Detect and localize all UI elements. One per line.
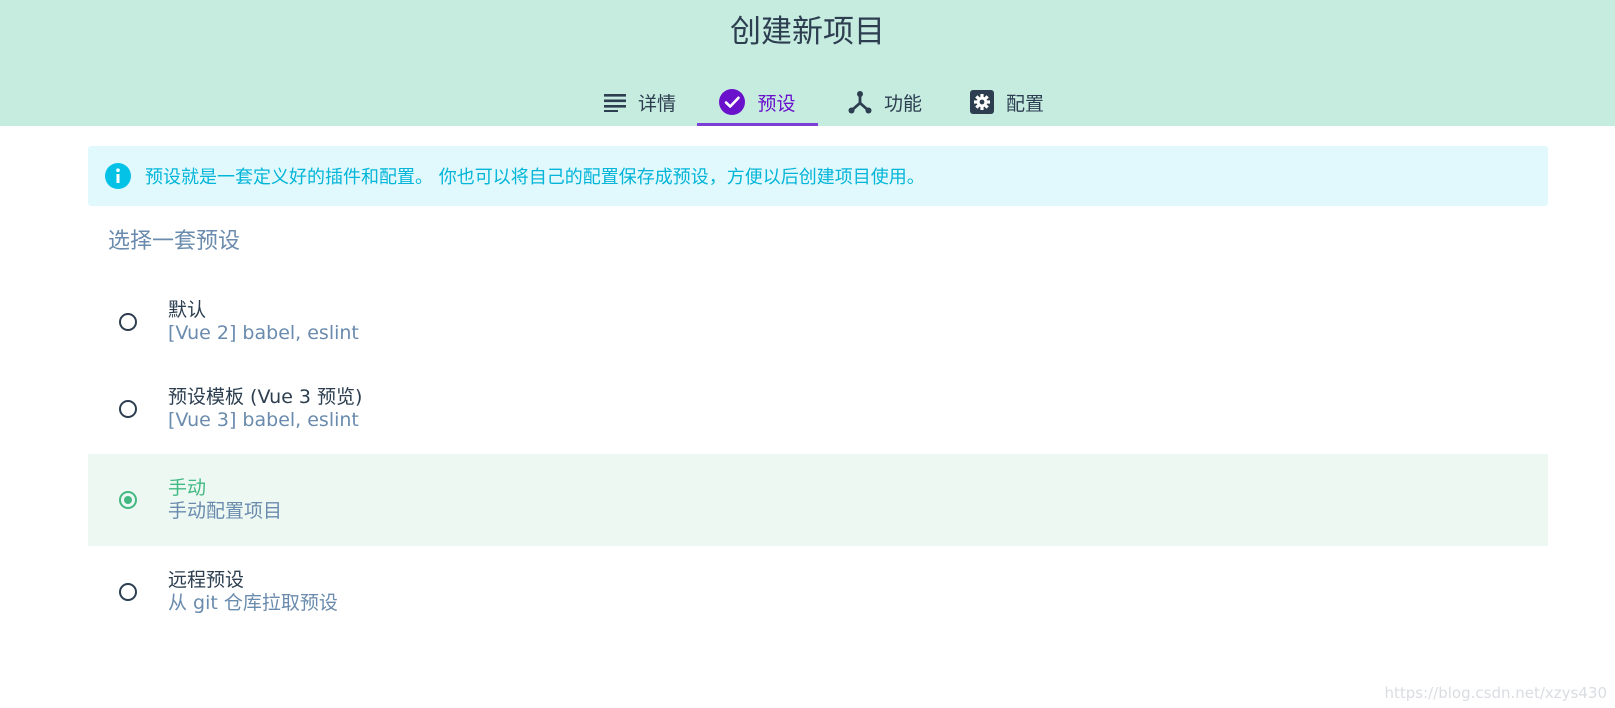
info-banner: 预设就是一套定义好的插件和配置。 你也可以将自己的配置保存成预设，方便以后创建项… (88, 146, 1548, 206)
watermark: https://blog.csdn.net/xzys430 (1384, 684, 1607, 702)
preset-option-remote[interactable]: 远程预设 从 git 仓库拉取预设 (88, 547, 1548, 637)
tab-config[interactable]: 配置 (952, 78, 1062, 126)
list-icon (603, 92, 626, 112)
preset-name: 默认 (168, 299, 207, 321)
tab-presets[interactable]: 预设 (697, 78, 818, 126)
section-title: 选择一套预设 (108, 229, 241, 254)
radio-button[interactable] (119, 400, 137, 418)
preset-option-default[interactable]: 默认 [Vue 2] babel, eslint (88, 277, 1548, 367)
tab-config-label: 配置 (1005, 92, 1044, 115)
info-text: 预设就是一套定义好的插件和配置。 你也可以将自己的配置保存成预设，方便以后创建项… (145, 167, 925, 188)
radio-button[interactable] (119, 313, 137, 331)
tab-features-label: 功能 (883, 92, 922, 115)
preset-description: [Vue 3] babel, eslint (168, 409, 359, 431)
preset-description: 手动配置项目 (168, 500, 283, 522)
preset-option-manual[interactable]: 手动 手动配置项目 (88, 454, 1548, 546)
tab-presets-label: 预设 (757, 92, 796, 115)
preset-description: 从 git 仓库拉取预设 (168, 592, 338, 614)
preset-name: 远程预设 (168, 569, 245, 591)
preset-option-vue3[interactable]: 预设模板 (Vue 3 预览) [Vue 3] babel, eslint (88, 364, 1548, 454)
fork-icon (848, 90, 872, 114)
check-circle-icon (719, 89, 746, 115)
header: 创建新项目 详情 预设 功能 配置 (0, 0, 1615, 126)
radio-button-selected[interactable] (119, 491, 137, 509)
preset-description: [Vue 2] babel, eslint (168, 322, 359, 344)
page-title: 创建新项目 (730, 14, 885, 50)
radio-button[interactable] (119, 583, 137, 601)
tab-details-label: 详情 (637, 92, 676, 115)
preset-name: 手动 (168, 477, 207, 499)
tab-bar: 详情 预设 功能 配置 (0, 78, 1615, 126)
tab-features[interactable]: 功能 (830, 78, 940, 126)
info-icon (105, 163, 131, 189)
preset-name: 预设模板 (Vue 3 预览) (168, 386, 363, 408)
gear-icon (969, 90, 994, 114)
tab-details[interactable]: 详情 (585, 78, 695, 126)
